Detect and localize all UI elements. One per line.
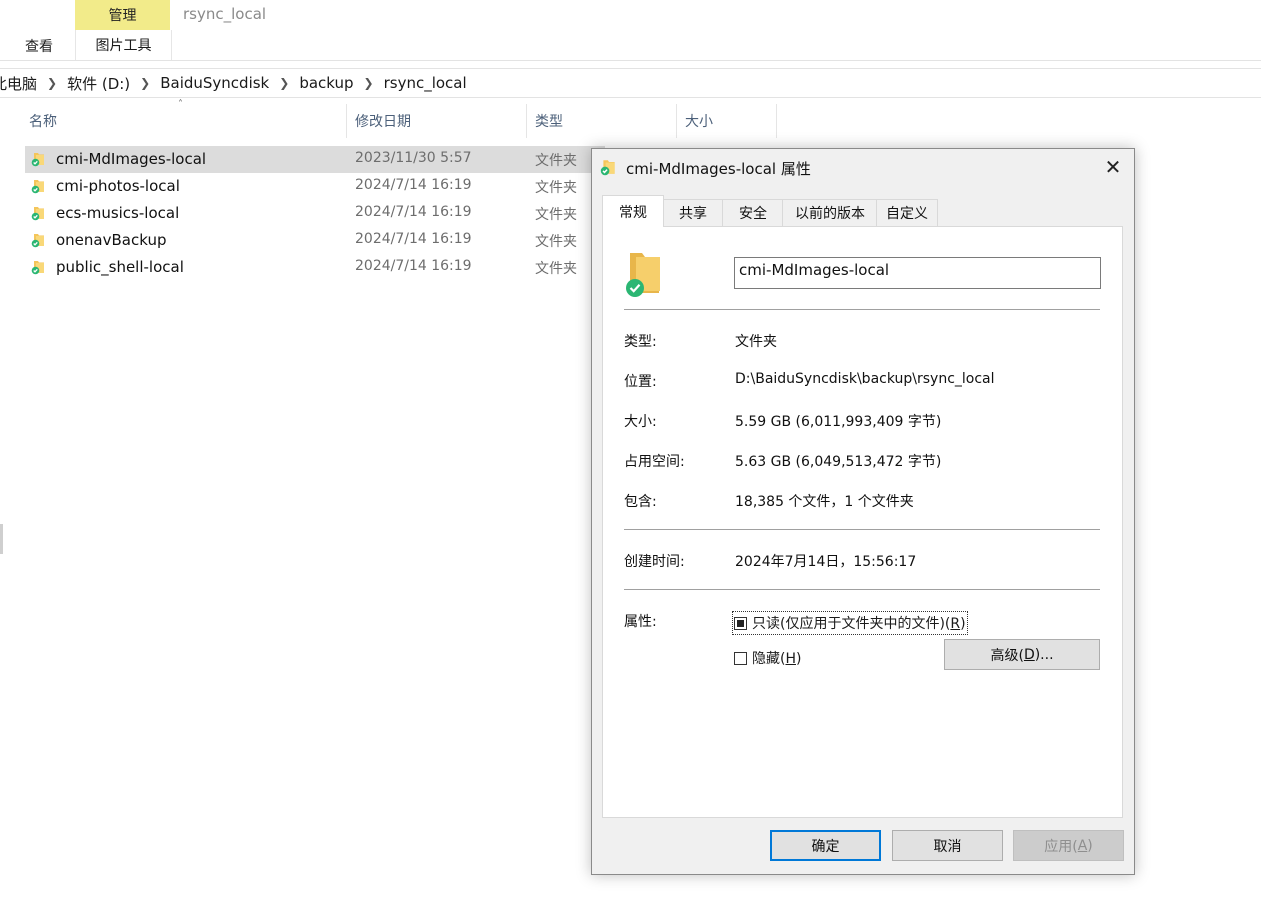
properties-dialog: cmi-MdImages-local 属性 ✕ 常规 共享 安全 以前的版本 自… — [591, 148, 1135, 875]
folder-sync-icon — [31, 259, 47, 275]
breadcrumb-drive-d[interactable]: 软件 (D:) — [67, 73, 130, 94]
breadcrumb-baidusyncdisk[interactable]: BaiduSyncdisk — [160, 74, 269, 92]
column-divider[interactable] — [676, 104, 677, 138]
hidden-checkbox[interactable]: 隐藏(H) — [734, 648, 801, 668]
ok-button[interactable]: 确定 — [770, 830, 881, 861]
readonly-checkbox-label: 只读(仅应用于文件夹中的文件)(R) — [752, 616, 966, 632]
readonly-checkbox-box[interactable] — [734, 616, 747, 630]
chevron-right-icon[interactable]: ❯ — [279, 76, 289, 90]
size-value: 5.59 GB (6,011,993,409 字节) — [735, 414, 942, 430]
file-date: 2024/7/14 16:19 — [355, 258, 472, 274]
column-divider[interactable] — [776, 104, 777, 138]
folder-name-input[interactable]: cmi-MdImages-local — [734, 257, 1101, 289]
file-row[interactable]: public_shell-local 2024/7/14 16:19 文件夹 — [25, 254, 605, 281]
tab-previous-versions[interactable]: 以前的版本 — [782, 199, 878, 226]
address-bar[interactable]: 此电脑 ❯ 软件 (D:) ❯ BaiduSyncdisk ❯ backup ❯… — [0, 68, 1261, 98]
chevron-right-icon[interactable]: ❯ — [140, 76, 150, 90]
breadcrumb-rsync-local[interactable]: rsync_local — [384, 74, 467, 92]
file-name: ecs-musics-local — [56, 204, 180, 222]
apply-button[interactable]: 应用(A) — [1013, 830, 1124, 861]
separator — [624, 589, 1100, 590]
chevron-right-icon[interactable]: ❯ — [364, 76, 374, 90]
separator — [624, 529, 1100, 530]
file-row[interactable]: onenavBackup 2024/7/14 16:19 文件夹 — [25, 227, 605, 254]
breadcrumb-backup[interactable]: backup — [299, 74, 353, 92]
ribbon-tab-manage-label: 管理 — [108, 8, 137, 24]
file-name: cmi-photos-local — [56, 177, 180, 195]
file-row[interactable]: ecs-musics-local 2024/7/14 16:19 文件夹 — [25, 200, 605, 227]
cancel-button[interactable]: 取消 — [892, 830, 1003, 861]
ribbon-tab-picture-tools[interactable]: 图片工具 — [75, 30, 172, 60]
attributes-label: 属性: — [624, 614, 657, 630]
created-label: 创建时间: — [624, 554, 685, 570]
folder-sync-icon — [31, 232, 47, 248]
chevron-right-icon[interactable]: ❯ — [47, 76, 57, 90]
folder-sync-icon — [31, 205, 47, 221]
hidden-checkbox-box[interactable] — [734, 651, 747, 665]
general-panel: cmi-MdImages-local 类型: 文件夹 位置: D:\BaiduS… — [602, 226, 1123, 818]
contains-label: 包含: — [624, 494, 657, 510]
type-value: 文件夹 — [735, 334, 777, 350]
file-type: 文件夹 — [535, 153, 577, 169]
ribbon-tab-manage[interactable]: 管理 — [75, 0, 170, 30]
type-label: 类型: — [624, 334, 657, 350]
file-date: 2023/11/30 5:57 — [355, 150, 472, 166]
file-type: 文件夹 — [535, 234, 577, 250]
advanced-button[interactable]: 高级(D)... — [944, 639, 1100, 670]
window-title: rsync_local — [183, 5, 267, 23]
location-value: D:\BaiduSyncdisk\backup\rsync_local — [735, 371, 995, 387]
file-date: 2024/7/14 16:19 — [355, 204, 472, 220]
readonly-checkbox[interactable]: 只读(仅应用于文件夹中的文件)(R) — [732, 611, 968, 635]
file-type: 文件夹 — [535, 180, 577, 196]
size-on-disk-label: 占用空间: — [624, 454, 685, 470]
folder-large-icon — [624, 251, 664, 297]
file-row[interactable]: cmi-MdImages-local 2023/11/30 5:57 文件夹 — [25, 146, 605, 173]
column-header-date[interactable]: 修改日期 — [355, 111, 411, 135]
column-header-name[interactable]: 名称 — [29, 111, 57, 135]
size-label: 大小: — [624, 414, 657, 430]
column-divider[interactable] — [526, 104, 527, 138]
file-date: 2024/7/14 16:19 — [355, 177, 472, 193]
size-on-disk-value: 5.63 GB (6,049,513,472 字节) — [735, 454, 942, 470]
tab-sharing[interactable]: 共享 — [662, 199, 724, 226]
folder-sync-icon — [31, 151, 47, 167]
file-name: public_shell-local — [56, 258, 184, 276]
column-header-type[interactable]: 类型 — [535, 111, 563, 135]
created-value: 2024年7月14日，15:56:17 — [735, 554, 917, 570]
close-icon[interactable]: ✕ — [1102, 156, 1124, 178]
tab-security[interactable]: 安全 — [722, 199, 784, 226]
breadcrumb-this-pc[interactable]: 此电脑 — [0, 73, 37, 94]
column-divider[interactable] — [346, 104, 347, 138]
file-type: 文件夹 — [535, 207, 577, 223]
file-name: onenavBackup — [56, 231, 167, 249]
dialog-title: cmi-MdImages-local 属性 — [626, 160, 811, 178]
location-label: 位置: — [624, 374, 657, 390]
contains-value: 18,385 个文件，1 个文件夹 — [735, 494, 914, 510]
folder-sync-icon — [600, 158, 618, 176]
folder-sync-icon — [31, 178, 47, 194]
navigation-pane-scrollbar[interactable] — [0, 524, 3, 554]
file-name: cmi-MdImages-local — [56, 150, 207, 168]
tab-customize[interactable]: 自定义 — [876, 199, 938, 226]
column-header-size[interactable]: 大小 — [685, 111, 713, 135]
tab-general[interactable]: 常规 — [602, 195, 664, 227]
sort-ascending-icon: ˄ — [178, 99, 183, 110]
file-type: 文件夹 — [535, 261, 577, 277]
file-date: 2024/7/14 16:19 — [355, 231, 472, 247]
hidden-checkbox-label: 隐藏(H) — [752, 651, 802, 667]
ribbon-divider — [0, 60, 1261, 61]
ribbon-tab-view[interactable]: 查看 — [25, 36, 53, 56]
file-row[interactable]: cmi-photos-local 2024/7/14 16:19 文件夹 — [25, 173, 605, 200]
separator — [624, 309, 1100, 310]
ribbon-tab-picture-tools-label: 图片工具 — [95, 38, 152, 54]
